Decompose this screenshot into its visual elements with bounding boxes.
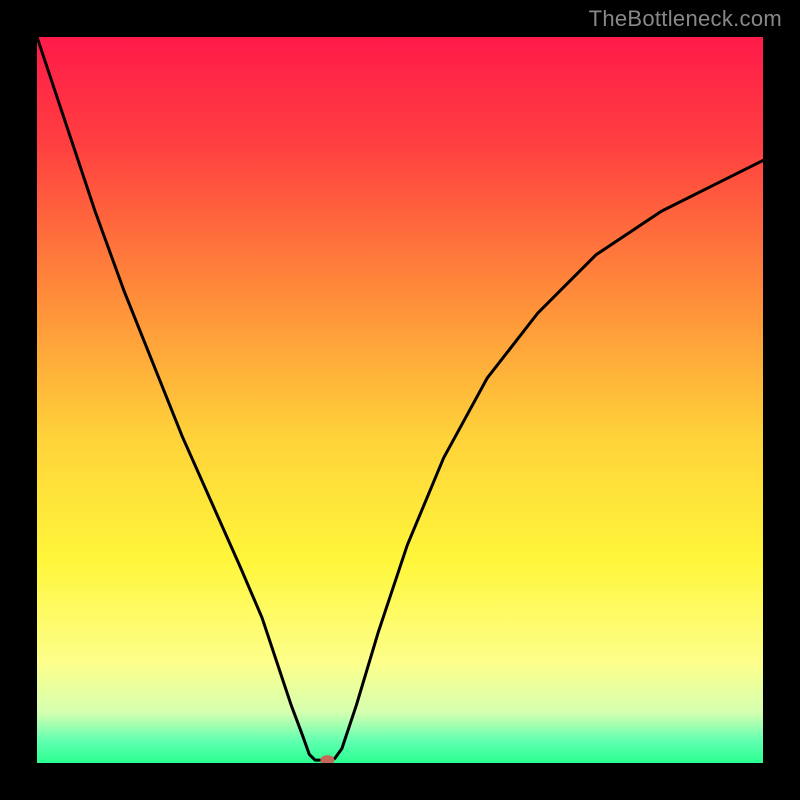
- gradient-background: [37, 37, 763, 763]
- chart-container: TheBottleneck.com: [0, 0, 800, 800]
- watermark-text: TheBottleneck.com: [589, 6, 782, 32]
- chart-svg: [37, 37, 763, 763]
- plot-area: [37, 37, 763, 763]
